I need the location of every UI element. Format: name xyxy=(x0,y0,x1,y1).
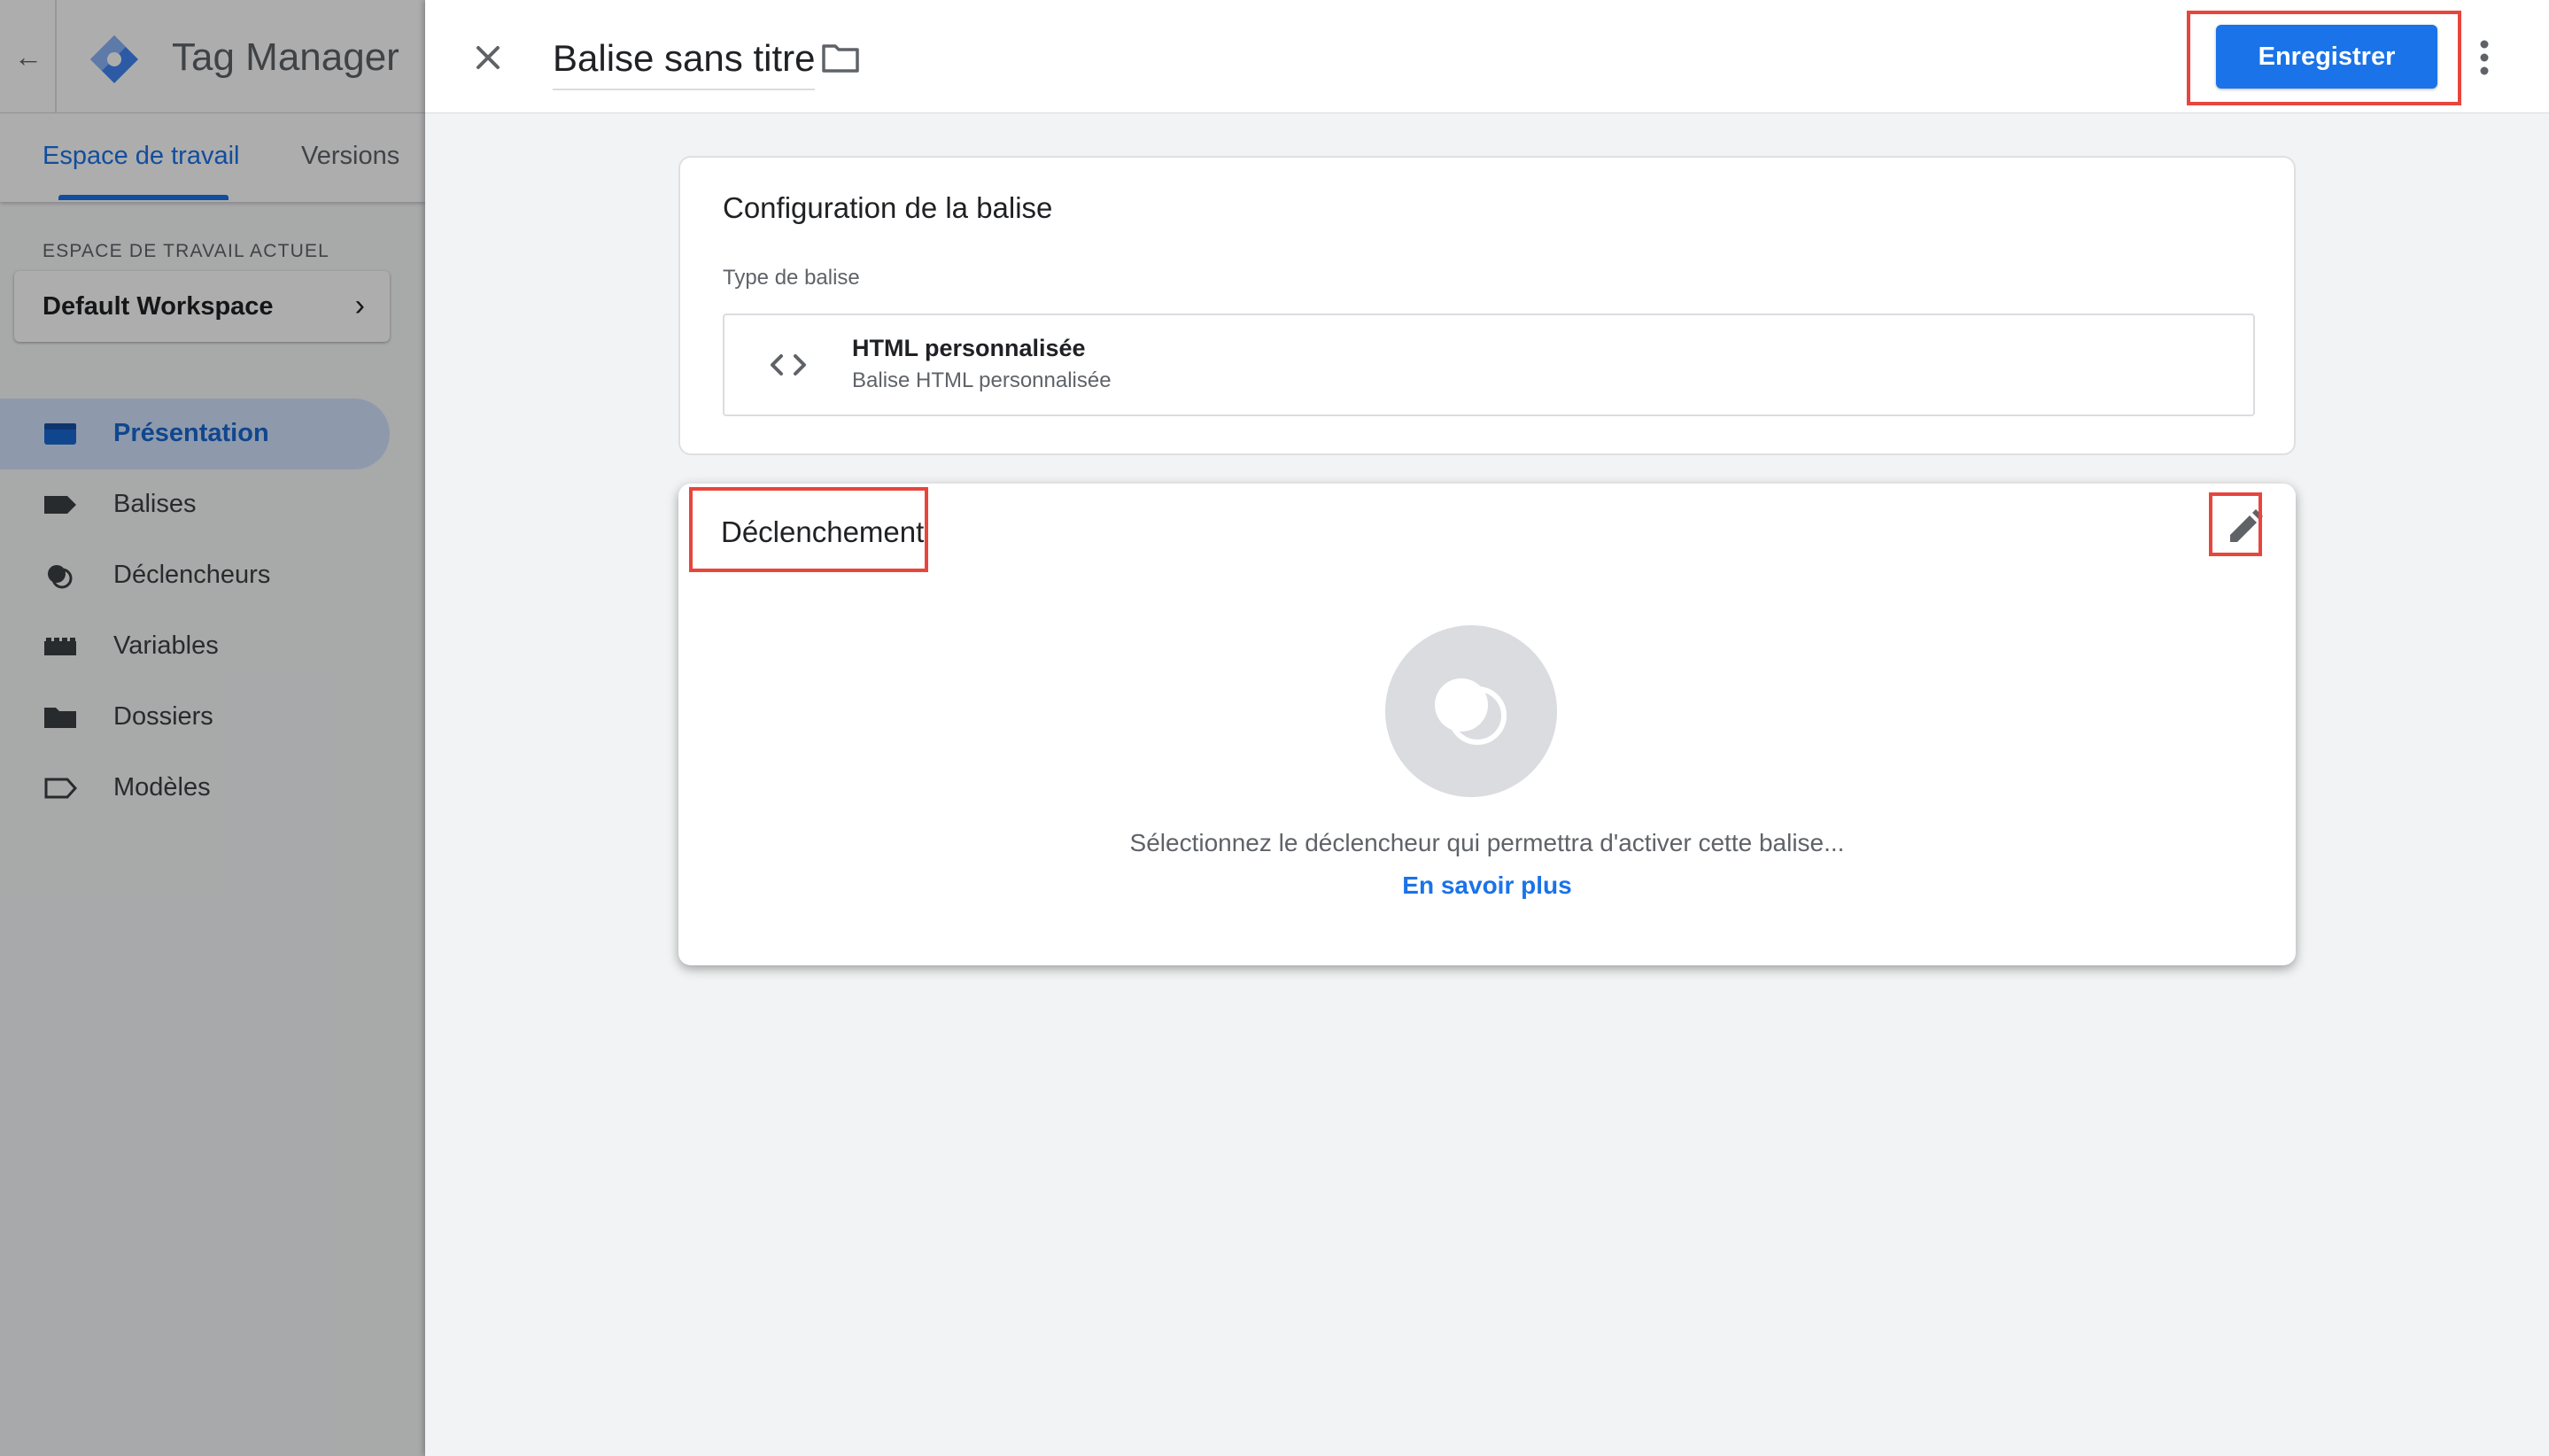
close-icon[interactable] xyxy=(466,35,510,80)
triggering-card[interactable]: Déclenchement Sélectionnez le déclencheu… xyxy=(678,484,2296,965)
tag-editor-panel: Balise sans titre Enregistrer Configurat… xyxy=(425,0,2549,1456)
tag-type-description: Balise HTML personnalisée xyxy=(852,368,1112,392)
code-icon xyxy=(771,354,806,376)
more-vert-icon[interactable] xyxy=(2471,37,2498,78)
pencil-edit-icon[interactable] xyxy=(2220,503,2269,553)
tag-configuration-card[interactable]: Configuration de la balise Type de balis… xyxy=(678,156,2296,455)
tag-type-label: Type de balise xyxy=(723,266,860,290)
save-button[interactable]: Enregistrer xyxy=(2216,25,2437,89)
modal-scrim[interactable] xyxy=(0,0,425,1456)
tag-type-selector[interactable]: HTML personnalisée Balise HTML personnal… xyxy=(723,314,2255,416)
config-title: Configuration de la balise xyxy=(723,191,1053,224)
no-trigger-message: Sélectionnez le déclencheur qui permettr… xyxy=(1129,829,1845,856)
trigger-placeholder-icon xyxy=(1385,625,1557,797)
folder-outline-icon[interactable] xyxy=(820,41,861,76)
triggering-title: Déclenchement xyxy=(721,515,925,548)
tag-name-field[interactable]: Balise sans titre xyxy=(553,37,816,90)
tag-type-name: HTML personnalisée xyxy=(852,335,1086,361)
editor-header: Balise sans titre Enregistrer xyxy=(425,0,2549,113)
learn-more-link[interactable]: En savoir plus xyxy=(678,871,2296,900)
